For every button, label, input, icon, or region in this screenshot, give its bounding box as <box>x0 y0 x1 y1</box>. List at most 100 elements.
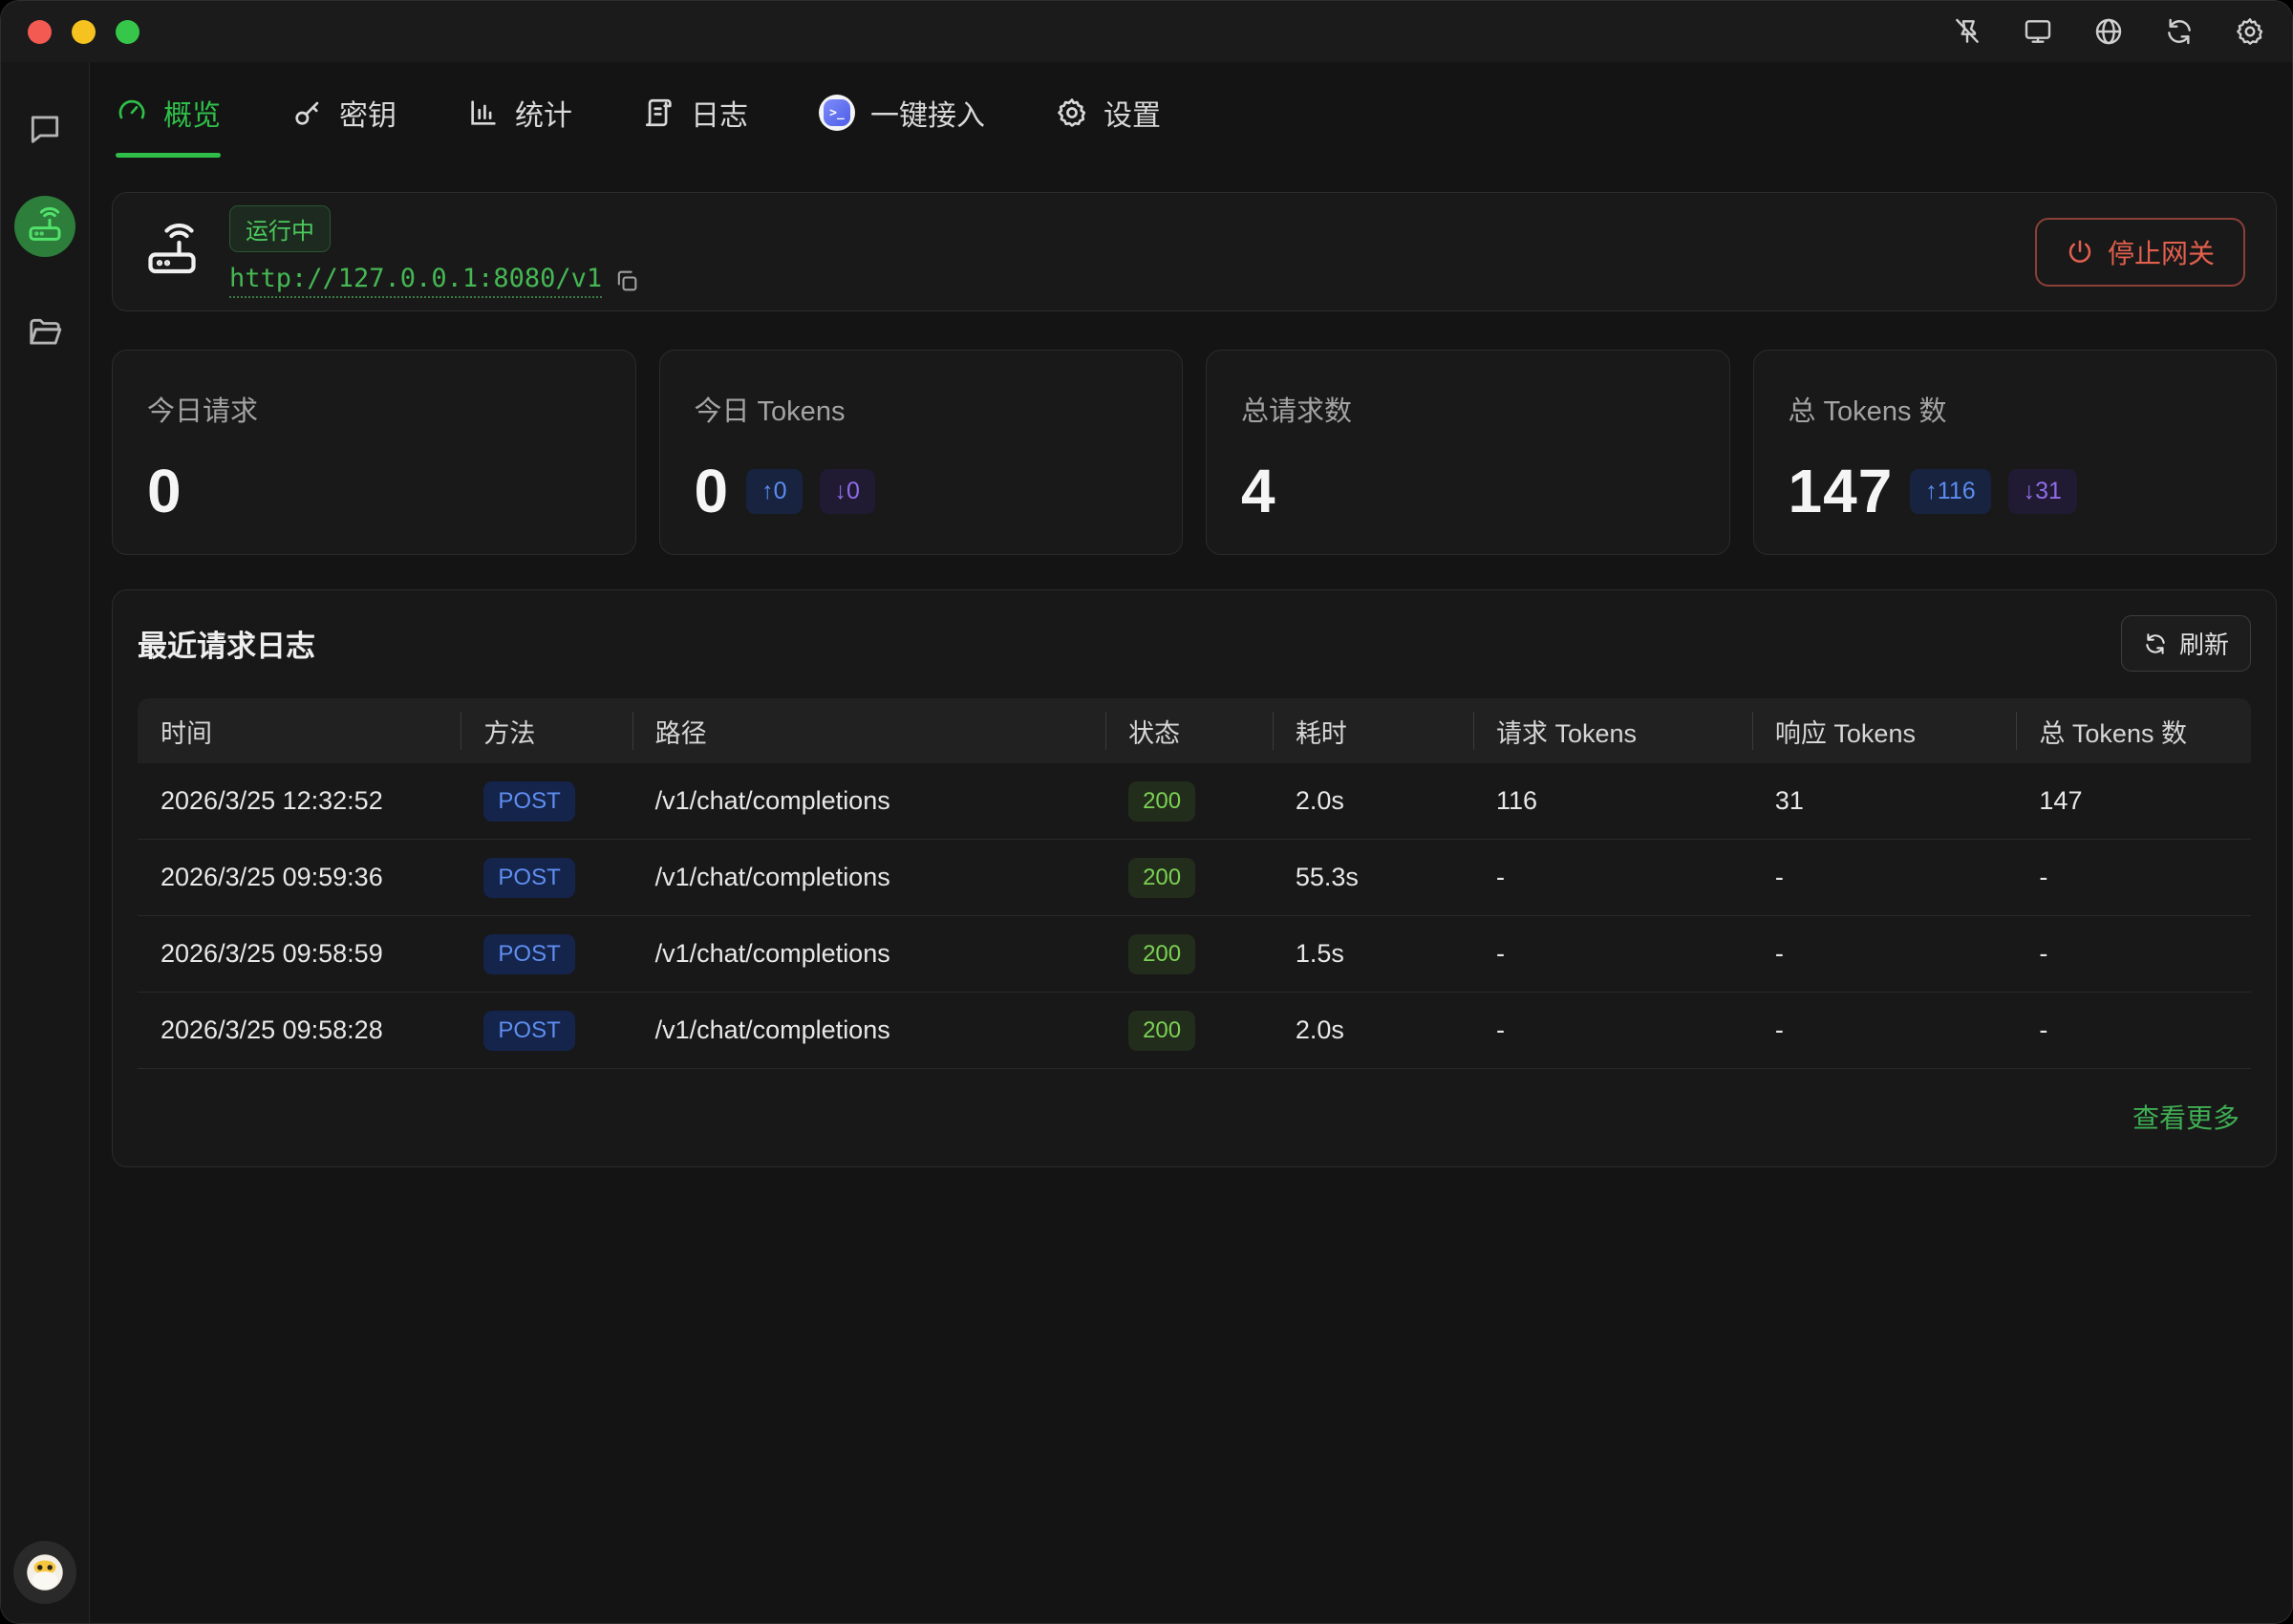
app-window: 概览 密钥 统计 日志 >_ 一键接入 设置 <box>0 0 2293 1624</box>
input-tokens-badge: ↑116 <box>1910 469 1990 514</box>
cell-method: POST <box>461 934 632 974</box>
cell-req-tokens: - <box>1473 939 1752 969</box>
stat-value: 4 <box>1241 456 1276 526</box>
stat-card-today-requests: 今日请求 0 <box>112 350 636 555</box>
col-path: 路径 <box>632 713 1105 750</box>
col-status: 状态 <box>1105 713 1273 750</box>
cell-method: POST <box>461 858 632 898</box>
cell-path: /v1/chat/completions <box>632 1015 1105 1045</box>
cell-req-tokens: - <box>1473 1015 1752 1045</box>
sidebar-item-chat[interactable] <box>27 110 63 146</box>
refresh-icon[interactable] <box>2164 16 2195 47</box>
terminal-blob-icon: >_ <box>819 95 855 131</box>
stat-label: 总请求数 <box>1241 389 1695 429</box>
tab-keys[interactable]: 密钥 <box>291 62 396 163</box>
power-icon <box>2066 238 2094 267</box>
gear-icon <box>1056 96 1088 129</box>
view-more-link[interactable]: 查看更多 <box>2132 1098 2239 1136</box>
user-avatar[interactable] <box>13 1541 76 1604</box>
col-method: 方法 <box>461 713 632 750</box>
zoom-window-button[interactable] <box>116 20 139 44</box>
bar-chart-icon <box>467 96 500 129</box>
stat-value: 0 <box>147 456 182 526</box>
col-req-tokens: 请求 Tokens <box>1473 713 1752 750</box>
minimize-window-button[interactable] <box>72 20 96 44</box>
stop-gateway-button[interactable]: 停止网关 <box>2035 218 2245 287</box>
status-badge: 运行中 <box>229 205 331 252</box>
cell-time: 2026/3/25 09:59:36 <box>138 863 461 892</box>
stat-label: 今日 Tokens <box>695 389 1148 429</box>
cell-req-tokens: 116 <box>1473 786 1752 816</box>
pin-off-icon[interactable] <box>1952 16 1982 47</box>
tab-stats[interactable]: 统计 <box>467 62 572 163</box>
titlebar <box>1 1 2292 62</box>
scroll-icon <box>643 96 675 129</box>
cell-path: /v1/chat/completions <box>632 863 1105 892</box>
output-tokens-badge: ↓0 <box>820 469 875 514</box>
cell-total-tokens: 147 <box>2016 786 2251 816</box>
stat-card-total-requests: 总请求数 4 <box>1206 350 1730 555</box>
tab-settings[interactable]: 设置 <box>1056 62 1161 163</box>
status-code-badge: 200 <box>1128 781 1195 822</box>
tab-overview[interactable]: 概览 <box>116 62 221 163</box>
refresh-button[interactable]: 刷新 <box>2121 615 2251 672</box>
status-code-badge: 200 <box>1128 934 1195 974</box>
status-code-badge: 200 <box>1128 858 1195 898</box>
window-controls <box>28 20 139 44</box>
copy-icon[interactable] <box>613 267 640 294</box>
refresh-icon <box>2143 631 2168 656</box>
col-res-tokens: 响应 Tokens <box>1752 713 2017 750</box>
stat-card-today-tokens: 今日 Tokens 0 ↑0 ↓0 <box>659 350 1184 555</box>
col-time: 时间 <box>138 713 461 750</box>
refresh-label: 刷新 <box>2179 626 2229 661</box>
cell-total-tokens: - <box>2016 1015 2251 1045</box>
col-duration: 耗时 <box>1273 713 1473 750</box>
nav-tabs: 概览 密钥 统计 日志 >_ 一键接入 设置 <box>112 62 2277 163</box>
close-window-button[interactable] <box>28 20 52 44</box>
table-body: 2026/3/25 12:32:52 POST /v1/chat/complet… <box>138 763 2251 1069</box>
stat-cards: 今日请求 0 今日 Tokens 0 ↑0 ↓0 总请求数 4 总 Tokens… <box>112 350 2277 555</box>
gateway-status-panel: 运行中 http://127.0.0.1:8080/v1 停止网关 <box>112 192 2277 311</box>
method-badge: POST <box>483 934 574 974</box>
stat-label: 总 Tokens 数 <box>1789 389 2242 429</box>
tab-label: 设置 <box>1104 92 1161 134</box>
tab-label: 日志 <box>691 92 748 134</box>
cell-time: 2026/3/25 09:58:28 <box>138 1015 461 1045</box>
cell-duration: 2.0s <box>1273 786 1473 816</box>
cell-method: POST <box>461 781 632 822</box>
input-tokens-badge: ↑0 <box>746 469 802 514</box>
chat-icon <box>27 110 63 146</box>
main-content: 概览 密钥 统计 日志 >_ 一键接入 设置 <box>91 62 2292 1623</box>
table-row[interactable]: 2026/3/25 12:32:52 POST /v1/chat/complet… <box>138 763 2251 840</box>
sidebar-item-gateway[interactable] <box>14 196 75 257</box>
table-row[interactable]: 2026/3/25 09:59:36 POST /v1/chat/complet… <box>138 840 2251 916</box>
table-row[interactable]: 2026/3/25 09:58:59 POST /v1/chat/complet… <box>138 916 2251 993</box>
stat-value: 147 <box>1789 456 1894 526</box>
gateway-url-link[interactable]: http://127.0.0.1:8080/v1 <box>229 264 602 298</box>
tab-quick-connect[interactable]: >_ 一键接入 <box>819 62 985 163</box>
gateway-status-info: 运行中 http://127.0.0.1:8080/v1 <box>229 205 640 298</box>
cell-req-tokens: - <box>1473 863 1752 892</box>
cell-res-tokens: - <box>1752 939 2017 969</box>
cell-duration: 55.3s <box>1273 863 1473 892</box>
globe-icon[interactable] <box>2093 16 2124 47</box>
tab-label: 概览 <box>163 92 221 134</box>
cell-status: 200 <box>1105 781 1273 822</box>
cell-path: /v1/chat/completions <box>632 786 1105 816</box>
cell-path: /v1/chat/completions <box>632 939 1105 969</box>
display-icon[interactable] <box>2023 16 2053 47</box>
cell-status: 200 <box>1105 934 1273 974</box>
folder-icon <box>27 314 63 351</box>
stat-label: 今日请求 <box>147 389 601 429</box>
cell-res-tokens: - <box>1752 863 2017 892</box>
owl-mascot-icon <box>21 1549 69 1596</box>
sidebar-item-files[interactable] <box>27 314 63 351</box>
tab-logs[interactable]: 日志 <box>643 62 748 163</box>
tab-label: 一键接入 <box>870 92 985 134</box>
tab-label: 密钥 <box>339 92 396 134</box>
table-row[interactable]: 2026/3/25 09:58:28 POST /v1/chat/complet… <box>138 993 2251 1069</box>
cell-status: 200 <box>1105 1011 1273 1051</box>
stat-card-total-tokens: 总 Tokens 数 147 ↑116 ↓31 <box>1753 350 2278 555</box>
cell-time: 2026/3/25 09:58:59 <box>138 939 461 969</box>
settings-gear-icon[interactable] <box>2235 16 2265 47</box>
